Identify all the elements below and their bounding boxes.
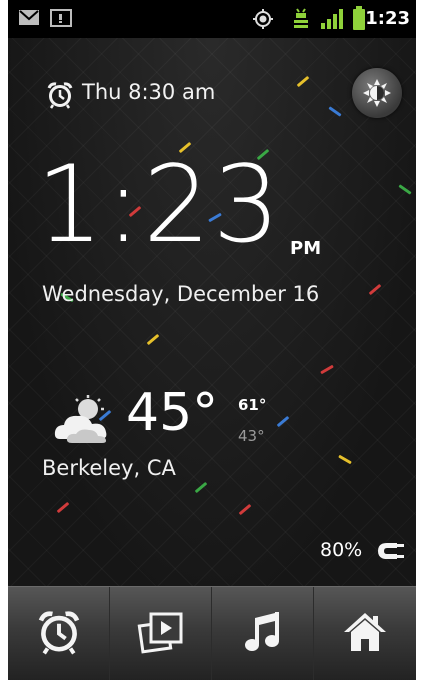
alarm-clock-icon bbox=[36, 609, 82, 659]
charging-plug-icon bbox=[375, 540, 405, 566]
brightness-button[interactable] bbox=[352, 68, 402, 118]
wallpaper-speck bbox=[276, 415, 290, 428]
dock-home-button[interactable] bbox=[314, 587, 416, 680]
wallpaper-speck bbox=[368, 283, 382, 296]
next-alarm-label: Thu 8:30 am bbox=[82, 80, 216, 104]
wallpaper-speck bbox=[320, 364, 334, 375]
wallpaper-speck bbox=[328, 106, 342, 117]
wallpaper bbox=[8, 38, 416, 586]
wallpaper-speck bbox=[238, 503, 252, 516]
wallpaper-speck bbox=[56, 501, 70, 514]
current-temperature[interactable]: 45° bbox=[126, 383, 218, 443]
gmail-icon bbox=[18, 9, 40, 30]
clock-ampm: PM bbox=[290, 238, 322, 259]
dock bbox=[8, 586, 416, 680]
wallpaper-speck bbox=[398, 184, 412, 195]
clock-date: Wednesday, December 16 bbox=[42, 282, 320, 306]
gps-icon bbox=[252, 8, 274, 34]
usb-debug-icon bbox=[293, 7, 309, 35]
high-temperature: 61° bbox=[238, 396, 267, 414]
wallpaper-speck bbox=[146, 333, 160, 346]
wallpaper-speck bbox=[194, 481, 208, 494]
gallery-icon bbox=[137, 610, 185, 658]
status-bar: 1:23 bbox=[8, 0, 416, 38]
brightness-icon bbox=[363, 79, 391, 111]
low-temperature: 43° bbox=[238, 427, 265, 445]
signal-icon bbox=[321, 9, 345, 33]
home-icon bbox=[342, 611, 388, 657]
wallpaper-speck bbox=[338, 454, 352, 465]
partly-cloudy-icon bbox=[54, 395, 116, 449]
clock-time[interactable]: 1:23 bbox=[36, 150, 282, 260]
weather-location: Berkeley, CA bbox=[42, 456, 176, 480]
phone-screen: 1:23 Thu 8:30 am 1:23 PM Wednesday, Dece… bbox=[8, 0, 416, 680]
wallpaper-speck bbox=[296, 75, 310, 88]
alarm-clock-icon bbox=[46, 81, 74, 113]
music-icon bbox=[243, 610, 283, 658]
dock-gallery-button[interactable] bbox=[110, 587, 212, 680]
dock-music-button[interactable] bbox=[212, 587, 314, 680]
notification-icon bbox=[50, 9, 72, 31]
battery-icon bbox=[353, 6, 365, 34]
battery-percent: 80% bbox=[320, 539, 363, 561]
status-time: 1:23 bbox=[365, 8, 410, 29]
dock-alarm-button[interactable] bbox=[8, 587, 110, 680]
